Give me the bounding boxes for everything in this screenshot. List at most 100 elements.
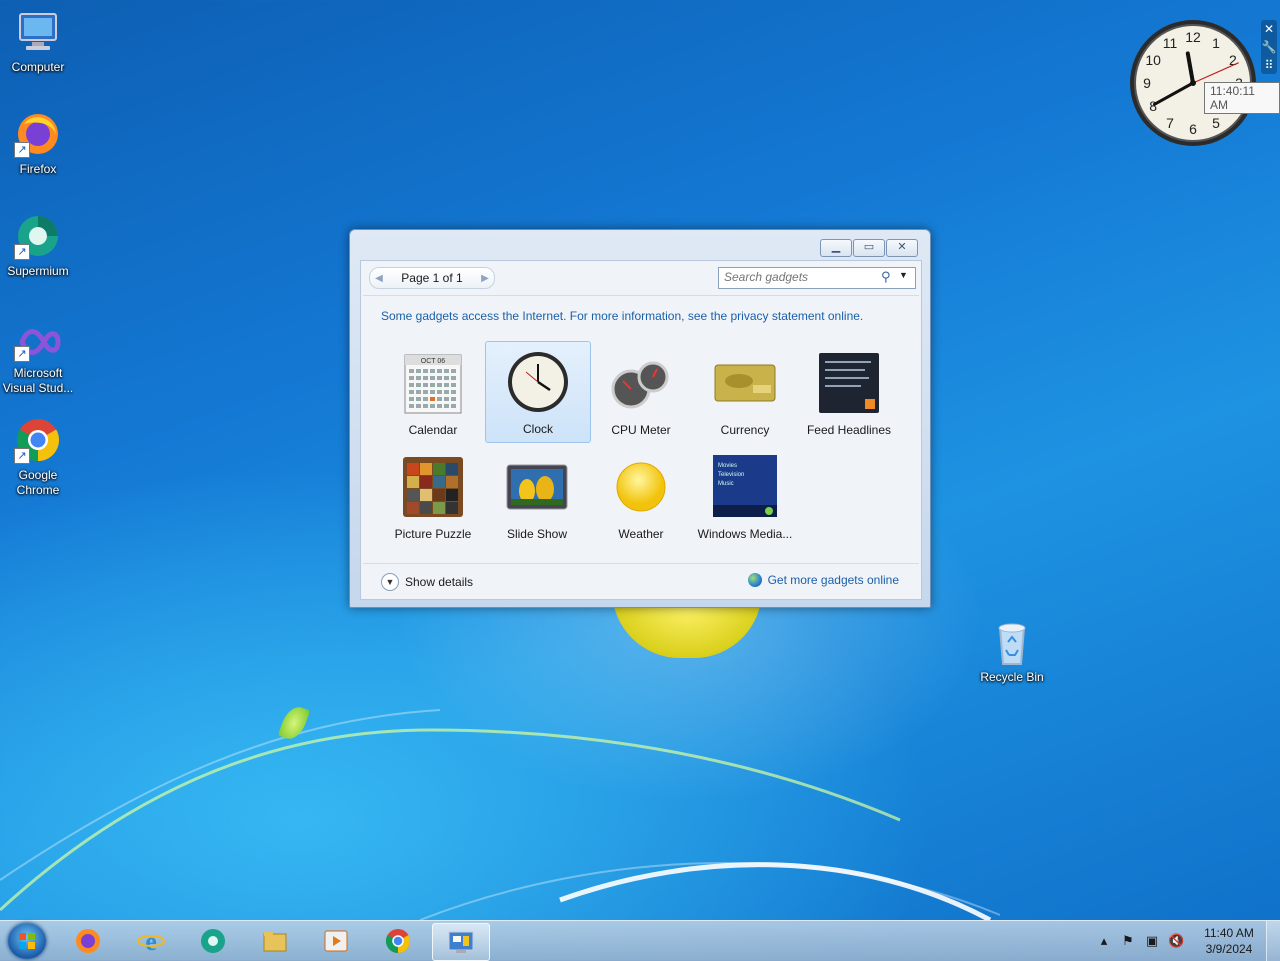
clock-numeral: 7 — [1166, 115, 1174, 131]
next-arrow-icon[interactable]: ▶ — [476, 273, 494, 284]
taskbar-supermium[interactable] — [185, 923, 241, 959]
calendar-cell — [423, 383, 428, 387]
calendar-cell — [416, 383, 421, 387]
prev-arrow-icon[interactable]: ◀ — [370, 273, 388, 284]
taskbar-clock[interactable]: 11:40 AM 3/9/2024 — [1196, 925, 1262, 957]
calendar-cell — [437, 369, 442, 373]
gadget-tile-feed-headlines[interactable]: Feed Headlines — [797, 345, 901, 445]
volume-muted-icon[interactable]: 🔇 — [1168, 933, 1184, 949]
search-box[interactable]: ⚲ ▼ — [718, 267, 916, 289]
calendar-cell — [409, 397, 414, 401]
gadget-tile-windows-media[interactable]: Movies Television Music Windows Media... — [693, 449, 797, 549]
recycle-bin-icon — [988, 620, 1036, 666]
taskbar-gadgets[interactable] — [432, 923, 490, 961]
taskbar-time: 11:40 AM — [1204, 926, 1254, 940]
network-icon[interactable]: ▣ — [1144, 933, 1160, 949]
wallpaper-leaf — [277, 703, 311, 743]
calendar-cell — [444, 404, 449, 408]
desktop-icon-computer[interactable]: Computer — [0, 8, 76, 75]
calendar-cell — [444, 390, 449, 394]
calendar-cell — [451, 376, 456, 380]
maximize-button[interactable]: ▭ — [853, 239, 885, 257]
clock-numeral: 9 — [1143, 75, 1151, 91]
clock-numeral: 11 — [1163, 35, 1178, 51]
taskbar-chrome[interactable] — [370, 923, 426, 959]
clock-numeral: 8 — [1149, 98, 1157, 114]
gadget-tile-clock[interactable]: Clock — [485, 341, 591, 443]
currency-icon — [713, 351, 777, 415]
cpu-meter-icon — [609, 351, 673, 415]
chrome-icon — [385, 929, 411, 953]
start-button[interactable] — [8, 923, 46, 959]
gadget-label: Clock — [522, 422, 553, 436]
desktop-icon-firefox[interactable]: ↗ Firefox — [0, 110, 76, 177]
windows-media-icon: Movies Television Music — [713, 455, 777, 519]
desktop-icon-supermium[interactable]: ↗ Supermium — [0, 212, 76, 279]
get-more-label: Get more gadgets online — [767, 573, 899, 587]
calendar-cell — [444, 383, 449, 387]
page-navigator: ◀ Page 1 of 1 ▶ — [369, 267, 495, 289]
action-center-flag-icon[interactable]: ⚑ — [1120, 933, 1136, 949]
gadget-label: CPU Meter — [611, 423, 671, 437]
calendar-cell — [444, 369, 449, 373]
clock-numeral: 12 — [1185, 29, 1201, 45]
clock-numeral: 6 — [1189, 121, 1197, 137]
calendar-cell — [430, 404, 435, 408]
desktop-icon-chrome[interactable]: ↗ Google Chrome — [0, 416, 76, 498]
gadget-tile-currency[interactable]: Currency — [693, 345, 797, 445]
gadget-label: Currency — [720, 423, 770, 437]
firefox-icon: ↗ — [14, 110, 62, 158]
media-line: Movies — [718, 463, 737, 469]
computer-icon — [14, 8, 62, 56]
gadget-tile-cpu-meter[interactable]: CPU Meter — [589, 345, 693, 445]
search-input[interactable] — [719, 268, 882, 286]
minimize-button[interactable]: ▁ — [820, 239, 852, 257]
calendar-cell — [430, 383, 435, 387]
privacy-note-link[interactable]: Some gadgets access the Internet. For mo… — [381, 309, 863, 323]
divider — [363, 295, 919, 296]
drag-handle-icon[interactable]: ⠿ — [1261, 56, 1277, 74]
shortcut-arrow-icon: ↗ — [14, 244, 30, 260]
calendar-cell — [451, 397, 456, 401]
show-hidden-icons-icon[interactable]: ▴ — [1096, 933, 1112, 949]
get-more-gadgets-link[interactable]: Get more gadgets online — [747, 573, 899, 587]
calendar-cell — [451, 390, 456, 394]
puzzle-piece — [420, 476, 432, 488]
clock-tooltip: 11:40:11 AM — [1204, 82, 1280, 114]
calendar-cell — [444, 376, 449, 380]
gadgets-icon — [448, 931, 474, 953]
puzzle-piece — [407, 502, 419, 514]
desktop-icon-label: Recycle Bin — [980, 670, 1044, 684]
taskbar-firefox[interactable] — [60, 923, 116, 959]
desktop-icon-label: Firefox — [19, 162, 57, 176]
taskbar-file-explorer[interactable] — [247, 923, 303, 959]
gadget-tile-picture-puzzle[interactable]: Picture Puzzle — [381, 449, 485, 549]
gadget-tile-calendar[interactable]: OCT 06 Calendar — [381, 345, 485, 445]
desktop-icon-recycle-bin[interactable]: Recycle Bin — [974, 620, 1050, 685]
desktop-icon-visual-studio[interactable]: ↗ Microsoft Visual Stud... — [0, 322, 76, 396]
clock-numeral: 1 — [1212, 35, 1220, 51]
clock-numeral: 10 — [1145, 52, 1161, 68]
puzzle-piece — [420, 489, 432, 501]
chevron-down-icon[interactable]: ▼ — [899, 270, 908, 280]
calendar-cell — [416, 390, 421, 394]
gadget-tile-weather[interactable]: Weather — [589, 449, 693, 549]
gadget-tile-slide-show[interactable]: Slide Show — [485, 449, 589, 549]
calendar-icon: OCT 06 — [401, 351, 465, 415]
taskbar-internet-explorer[interactable]: e — [123, 923, 179, 959]
weather-icon — [609, 455, 673, 519]
close-button[interactable]: ✕ — [886, 239, 918, 257]
puzzle-piece — [420, 463, 432, 475]
calendar-cell — [451, 404, 456, 408]
close-icon[interactable]: ✕ — [1261, 20, 1277, 38]
search-icon[interactable]: ⚲ — [881, 269, 891, 285]
show-desktop-button[interactable] — [1266, 921, 1280, 961]
taskbar: e ▴ ⚑ ▣ 🔇 11:40 AM 3/9/2024 — [0, 920, 1280, 961]
visual-studio-icon: ↗ — [14, 322, 62, 362]
show-details-button[interactable]: ▼ Show details — [381, 573, 473, 591]
gadget-label: Weather — [618, 527, 664, 541]
shortcut-arrow-icon: ↗ — [14, 346, 30, 362]
options-icon[interactable]: 🔧 — [1261, 38, 1277, 56]
taskbar-media-player[interactable] — [308, 923, 364, 959]
gadgets-window: ▁ ▭ ✕ ◀ Page 1 of 1 ▶ ⚲ ▼ Some gadgets a… — [349, 229, 931, 608]
